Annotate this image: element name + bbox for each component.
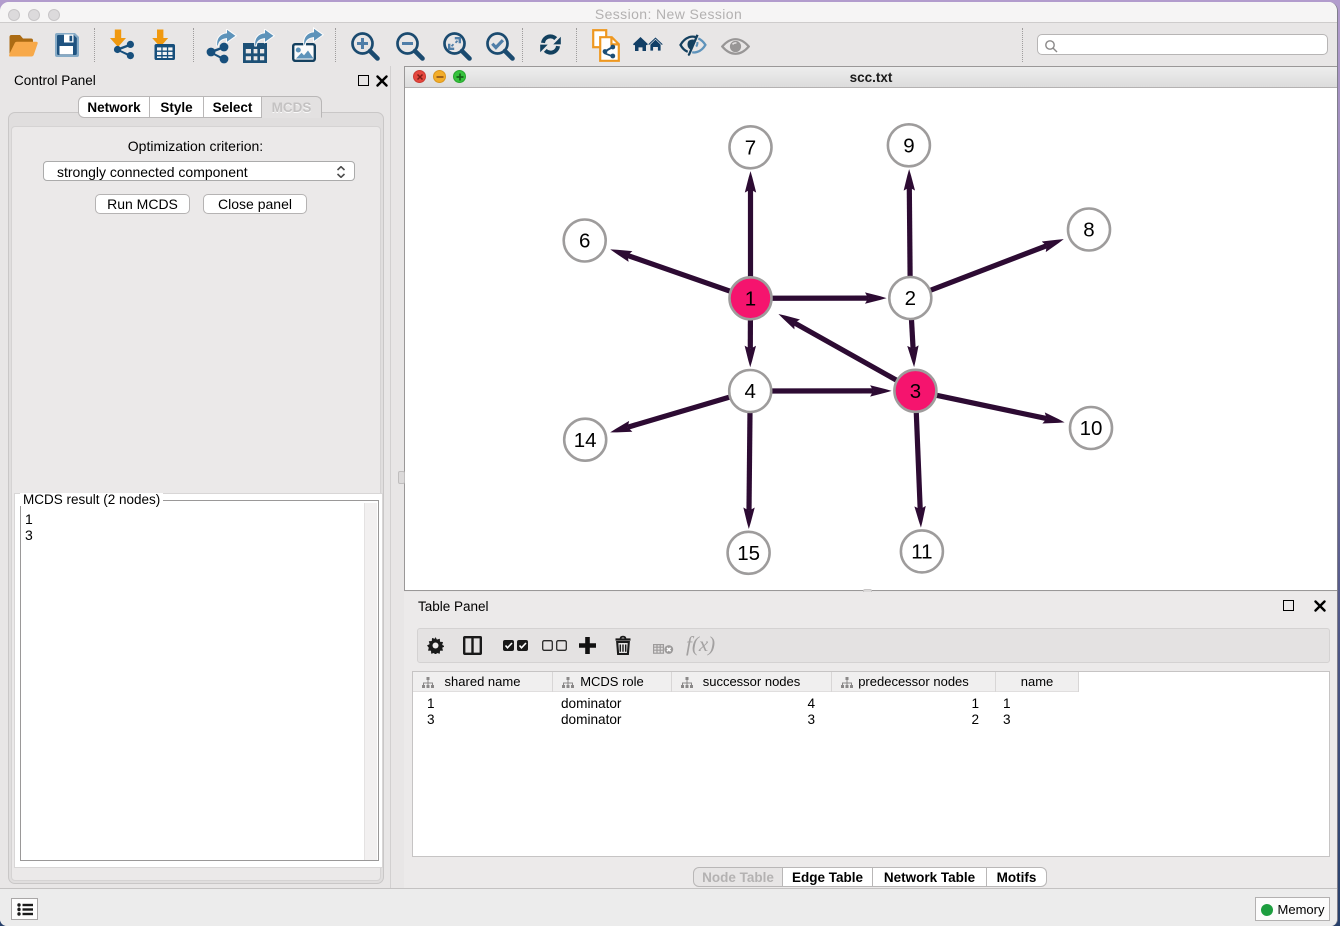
svg-text:9: 9: [903, 134, 914, 157]
svg-text:4: 4: [744, 380, 755, 403]
svg-text:11: 11: [911, 541, 932, 564]
svg-text:6: 6: [579, 230, 590, 253]
svg-text:15: 15: [737, 542, 760, 565]
svg-text:10: 10: [1080, 417, 1103, 440]
svg-text:8: 8: [1083, 219, 1094, 242]
svg-text:1: 1: [745, 287, 756, 310]
svg-text:14: 14: [574, 429, 597, 452]
svg-text:7: 7: [745, 136, 756, 159]
svg-text:2: 2: [905, 287, 916, 310]
svg-text:3: 3: [910, 380, 921, 403]
